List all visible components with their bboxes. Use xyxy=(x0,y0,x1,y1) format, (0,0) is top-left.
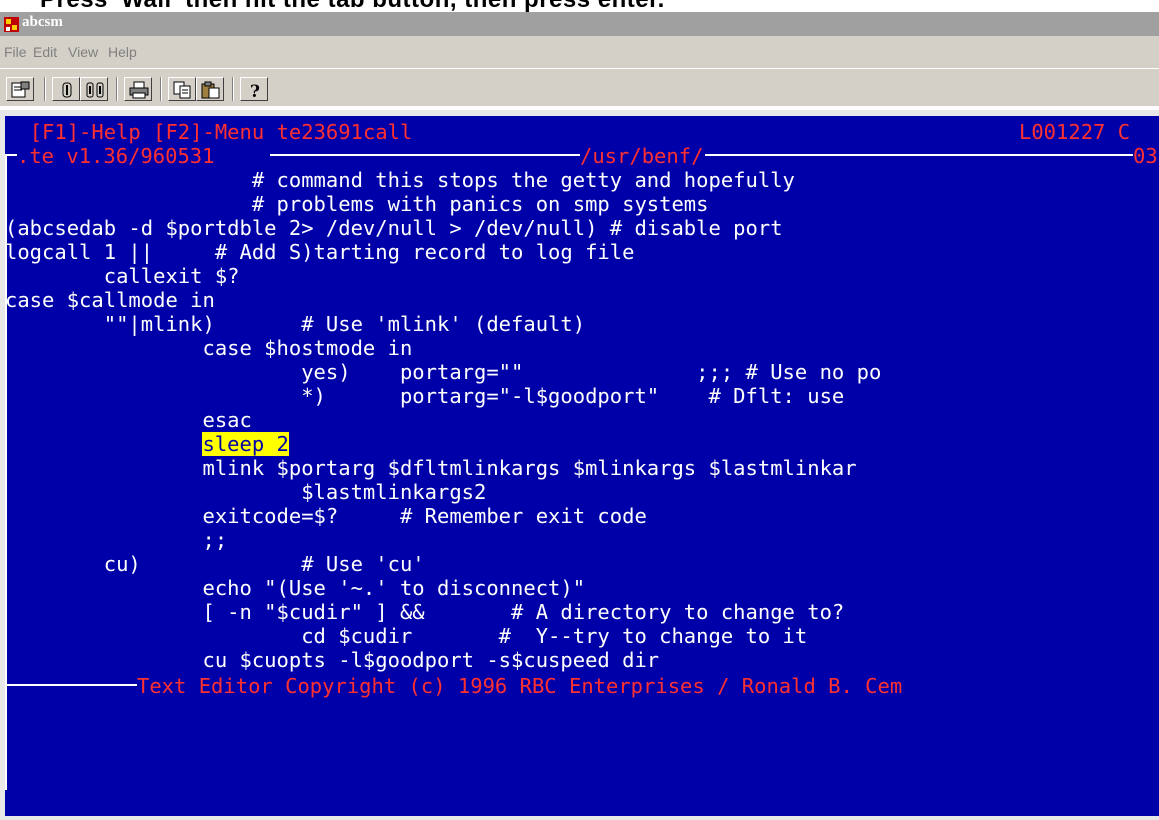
menu-edit[interactable]: Edit xyxy=(33,44,57,60)
properties-icon xyxy=(11,81,30,98)
code-line: case $hostmode in xyxy=(5,336,413,360)
cursor-position: L001227 C xyxy=(1019,120,1131,144)
toolbar-separator xyxy=(232,77,234,101)
instruction-text: Press 'Wall' then hit the tab button, th… xyxy=(40,0,665,12)
code-line: # problems with panics on smp systems xyxy=(5,192,709,216)
code-line: *) portarg="-l$goodport" # Dflt: use xyxy=(5,384,845,408)
editor-header-line: [F1]-Help [F2]-Menu te23691call xyxy=(5,120,413,144)
code-line: ;; xyxy=(5,528,228,552)
code-line: (abcsedab -d $portdble 2> /dev/null > /d… xyxy=(5,216,783,240)
code-line: cu) # Use 'cu' xyxy=(5,552,425,576)
help-button[interactable]: ? xyxy=(240,77,268,101)
code-line: echo "(Use '~.' to disconnect)" xyxy=(5,576,586,600)
toolbar-separator xyxy=(116,77,118,101)
print-button[interactable] xyxy=(124,77,152,101)
version-label: .te v1.36/960531 xyxy=(17,144,215,168)
menu-bar: File Edit View Help xyxy=(0,36,1159,68)
copy-button[interactable] xyxy=(168,77,196,101)
code-line: callexit $? xyxy=(5,264,240,288)
title-right-label: 03 xyxy=(1133,144,1158,168)
frame-line xyxy=(705,154,1133,156)
selected-text-highlight[interactable]: sleep 2 xyxy=(202,432,289,456)
print-icon xyxy=(129,81,149,99)
path-label: /usr/benf/ xyxy=(580,144,704,168)
copyright-footer: Text Editor Copyright (c) 1996 RBC Enter… xyxy=(137,674,903,698)
f1-help-label[interactable]: [F1]-Help xyxy=(30,120,141,144)
code-line: cd $cudir # Y--try to change to it xyxy=(5,624,808,648)
code-line: ""|mlink) # Use 'mlink' (default) xyxy=(5,312,586,336)
title-bar: abcsm xyxy=(0,12,1159,36)
code-line: yes) portarg="" ;;; # Use no po xyxy=(5,360,882,384)
code-line: mlink $portarg $dfltmlinkargs $mlinkargs… xyxy=(5,456,857,480)
svg-text:?: ? xyxy=(250,82,260,99)
paste-button[interactable] xyxy=(196,77,224,101)
menu-help[interactable]: Help xyxy=(108,44,137,60)
toolbar-separator xyxy=(44,77,46,101)
code-line: esac xyxy=(5,408,252,432)
code-line: logcall 1 || # Add S)tarting record to l… xyxy=(5,240,635,264)
frame-bottom-line xyxy=(5,684,137,686)
code-line: [ -n "$cudir" ] && # A directory to chan… xyxy=(5,600,845,624)
code-line: cu $cuopts -l$goodport -s$cuspeed dir xyxy=(5,648,660,672)
window-title: abcsm xyxy=(22,14,63,30)
code-line: $lastmlinkargs2 xyxy=(5,480,487,504)
toolbar: ? xyxy=(0,68,1159,106)
frame-line xyxy=(270,154,580,156)
copy-icon xyxy=(173,81,191,99)
app-icon xyxy=(4,17,19,32)
instruction-banner: Press 'Wall' then hit the tab button, th… xyxy=(0,0,1159,12)
code-line: # command this stops the getty and hopef… xyxy=(5,168,795,192)
f2-menu-label[interactable]: [F2]-Menu xyxy=(153,120,264,144)
connect-icon xyxy=(62,82,72,98)
disconnect-icon xyxy=(86,82,104,98)
paste-icon xyxy=(201,81,220,99)
terminal-screen[interactable]: [F1]-Help [F2]-Menu te23691call L001227 … xyxy=(5,116,1159,816)
help-icon: ? xyxy=(250,82,260,99)
connect-button[interactable] xyxy=(52,77,80,101)
properties-button[interactable] xyxy=(6,77,34,101)
code-line: exitcode=$? # Remember exit code xyxy=(5,504,647,528)
code-line: case $callmode in xyxy=(5,288,215,312)
toolbar-separator xyxy=(160,77,162,101)
menu-file[interactable]: File xyxy=(4,44,27,60)
menu-view[interactable]: View xyxy=(68,44,98,60)
disconnect-button[interactable] xyxy=(80,77,108,101)
current-line: sleep 2 xyxy=(5,432,289,456)
filename-label: te23691call xyxy=(276,120,413,144)
